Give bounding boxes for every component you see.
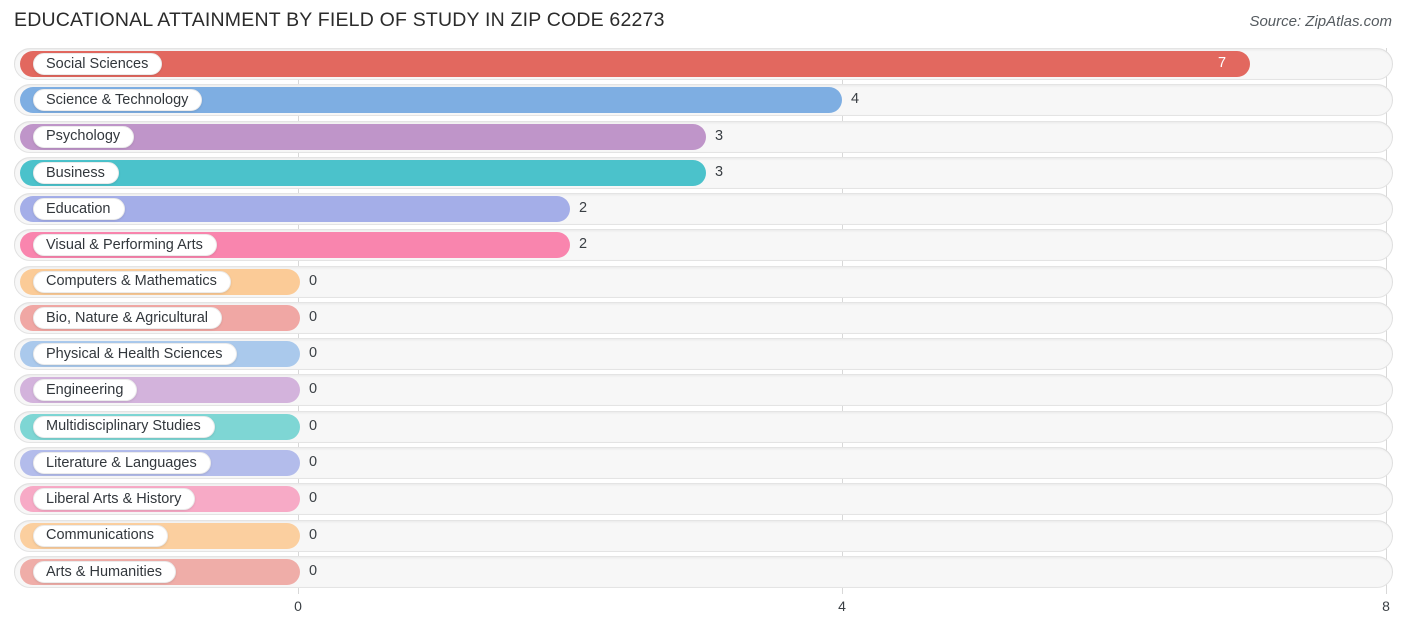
x-axis: 0 4 8: [0, 594, 1406, 620]
bar-label-pill: Engineering: [33, 379, 138, 402]
bar-value-label: 0: [309, 453, 318, 470]
bar-category-label: Science & Technology: [46, 92, 189, 109]
bar-row[interactable]: Social Sciences 7: [0, 48, 1406, 80]
bar-label-pill: Bio, Nature & Agricultural: [33, 306, 222, 329]
bar-label-pill: Multidisciplinary Studies: [33, 415, 215, 438]
bar-label-pill: Computers & Mathematics: [33, 270, 231, 293]
bar-row[interactable]: Arts & Humanities 0: [0, 555, 1406, 588]
bar-row[interactable]: Physical & Health Sciences 0: [0, 338, 1406, 371]
bar-row[interactable]: Computers & Mathematics 0: [0, 265, 1406, 298]
bar-label-pill: Arts & Humanities: [33, 560, 177, 583]
page-title: EDUCATIONAL ATTAINMENT BY FIELD OF STUDY…: [14, 9, 665, 31]
bar-label-pill: Social Sciences: [33, 53, 163, 75]
bar-category-label: Arts & Humanities: [46, 563, 163, 580]
bar-category-label: Liberal Arts & History: [46, 490, 182, 507]
x-tick-label-8: 8: [1382, 598, 1390, 614]
bar-value-label: 0: [309, 562, 318, 579]
bar-category-label: Multidisciplinary Studies: [46, 418, 201, 435]
bar-value-label: 0: [309, 345, 318, 362]
bar-value-label: 0: [309, 381, 318, 398]
bar-category-label: Business: [46, 164, 105, 181]
bar-value-label: 3: [715, 127, 724, 144]
bar-category-label: Psychology: [46, 128, 121, 145]
bar-label-pill: Visual & Performing Arts: [33, 234, 217, 257]
bar-row[interactable]: Liberal Arts & History 0: [0, 483, 1406, 516]
bar-row[interactable]: Education 2: [0, 193, 1406, 226]
bar-value-label: 2: [579, 200, 588, 217]
bar-label-pill: Physical & Health Sciences: [33, 343, 237, 366]
bar-label-pill: Science & Technology: [33, 89, 203, 112]
bar-row[interactable]: Multidisciplinary Studies 0: [0, 410, 1406, 443]
bar-value-label: 3: [715, 163, 724, 180]
bar-label-pill: Liberal Arts & History: [33, 488, 196, 511]
bar-category-label: Visual & Performing Arts: [46, 237, 203, 254]
x-tick-label-4: 4: [838, 598, 846, 614]
bar-label-pill: Communications: [33, 524, 168, 547]
bar-row[interactable]: Visual & Performing Arts 2: [0, 229, 1406, 262]
bar-row[interactable]: Science & Technology 4: [0, 84, 1406, 117]
bar-row[interactable]: Literature & Languages 0: [0, 446, 1406, 479]
bar-value-label: 2: [579, 236, 588, 253]
bar-category-label: Education: [46, 200, 111, 217]
bar-value-label: 0: [309, 308, 318, 325]
x-tick-label-0: 0: [294, 598, 302, 614]
bar-value-label: 0: [309, 417, 318, 434]
bar-row[interactable]: Communications 0: [0, 519, 1406, 552]
bar-label-pill: Literature & Languages: [33, 451, 211, 474]
bar-chart-plot-area: Social Sciences 7 Science & Technology 4 Psy…: [0, 44, 1406, 594]
bar-label-pill: Psychology: [33, 125, 135, 148]
chart-root: EDUCATIONAL ATTAINMENT BY FIELD OF STUDY…: [0, 0, 1406, 631]
chart-header: EDUCATIONAL ATTAINMENT BY FIELD OF STUDY…: [0, 0, 1406, 44]
bar-row[interactable]: Business 3: [0, 156, 1406, 189]
bar-category-label: Literature & Languages: [46, 454, 197, 471]
bar-category-label: Bio, Nature & Agricultural: [46, 309, 208, 326]
bar-value-label: 7: [1218, 55, 1227, 71]
bar-category-label: Physical & Health Sciences: [46, 345, 223, 362]
bar-value-label: 0: [309, 526, 318, 543]
bar-row[interactable]: Psychology 3: [0, 120, 1406, 153]
source-attribution: Source: ZipAtlas.com: [1249, 13, 1392, 30]
bar-category-label: Computers & Mathematics: [46, 273, 217, 290]
bar-category-label: Social Sciences: [46, 55, 149, 72]
bar-0[interactable]: [20, 51, 1250, 77]
bar-3[interactable]: [20, 159, 706, 186]
bar-value-label: 0: [309, 272, 318, 289]
bar-category-label: Engineering: [46, 382, 124, 399]
bar-value-label: 0: [309, 490, 318, 507]
bar-row[interactable]: Engineering 0: [0, 374, 1406, 407]
bar-row[interactable]: Bio, Nature & Agricultural 0: [0, 301, 1406, 334]
bar-category-label: Communications: [46, 527, 154, 544]
bar-label-pill: Education: [33, 198, 125, 221]
bar-value-label: 4: [851, 91, 860, 108]
bar-label-pill: Business: [33, 161, 119, 184]
